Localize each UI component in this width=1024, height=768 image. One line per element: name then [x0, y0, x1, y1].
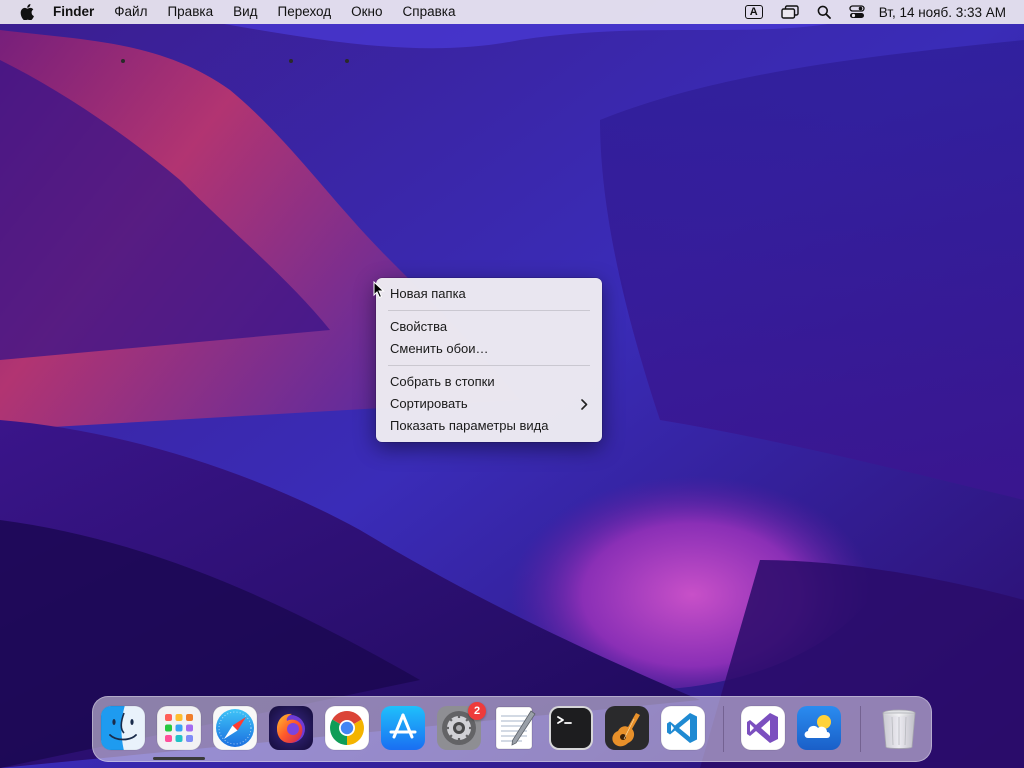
chrome-icon[interactable] — [324, 705, 370, 751]
menu-bar-clock[interactable]: Вт, 14 нояб. 3:33 AM — [879, 5, 1006, 20]
context-menu-item-use-stacks[interactable]: Собрать в стопки — [376, 371, 602, 393]
terminal-icon[interactable] — [548, 705, 594, 751]
visual-studio-icon[interactable] — [740, 705, 786, 751]
menu-view[interactable]: Вид — [223, 0, 267, 24]
chevron-right-icon — [581, 393, 588, 415]
menu-edit[interactable]: Правка — [157, 0, 223, 24]
apple-logo-icon[interactable] — [17, 0, 37, 24]
running-indicator-chrome — [345, 59, 349, 63]
safari-icon[interactable] — [212, 705, 258, 751]
context-menu-item-new-folder[interactable]: Новая папка — [376, 283, 602, 305]
firefox-icon[interactable] — [268, 705, 314, 751]
textedit-icon[interactable] — [492, 705, 538, 751]
context-menu-separator — [388, 310, 590, 311]
spotlight-search-icon[interactable] — [817, 0, 831, 24]
desktop-context-menu: Новая папка Свойства Сменить обои… Собра… — [376, 278, 602, 442]
menu-app-finder[interactable]: Finder — [53, 0, 104, 24]
context-menu-item-change-wallpaper[interactable]: Сменить обои… — [376, 338, 602, 360]
trash-icon[interactable] — [876, 705, 922, 751]
running-indicator-firefox — [289, 59, 293, 63]
menu-go[interactable]: Переход — [268, 0, 342, 24]
dock-divider — [723, 706, 724, 752]
input-source-label: A — [744, 5, 763, 19]
menu-file[interactable]: Файл — [104, 0, 157, 24]
launchpad-icon[interactable] — [156, 705, 202, 751]
context-menu-item-get-info[interactable]: Свойства — [376, 316, 602, 338]
launchpad-hover-indicator — [153, 757, 205, 760]
finder-icon[interactable] — [100, 705, 146, 751]
weather-icon[interactable] — [796, 705, 842, 751]
context-menu-separator — [388, 365, 590, 366]
dock-divider — [860, 706, 861, 752]
input-source-icon[interactable]: A — [744, 0, 763, 24]
context-menu-item-sort-by[interactable]: Сортировать — [376, 393, 602, 415]
menu-help[interactable]: Справка — [393, 0, 466, 24]
menu-bar-status-area: A Вт, 14 нояб. 3:33 AM — [731, 0, 1006, 24]
menu-bar: Finder Файл Правка Вид Переход Окно Спра… — [0, 0, 1024, 24]
screen-mirroring-icon[interactable] — [781, 0, 799, 24]
notification-badge: 2 — [468, 702, 486, 720]
control-center-icon[interactable] — [849, 0, 865, 24]
app-store-icon[interactable] — [380, 705, 426, 751]
mouse-pointer-icon — [373, 280, 385, 299]
garageband-icon[interactable] — [604, 705, 650, 751]
menu-window[interactable]: Окно — [341, 0, 392, 24]
context-menu-item-show-view-options[interactable]: Показать параметры вида — [376, 415, 602, 437]
vscode-icon[interactable] — [660, 705, 706, 751]
running-indicator-finder — [121, 59, 125, 63]
context-menu-item-sort-by-label: Сортировать — [390, 396, 468, 411]
